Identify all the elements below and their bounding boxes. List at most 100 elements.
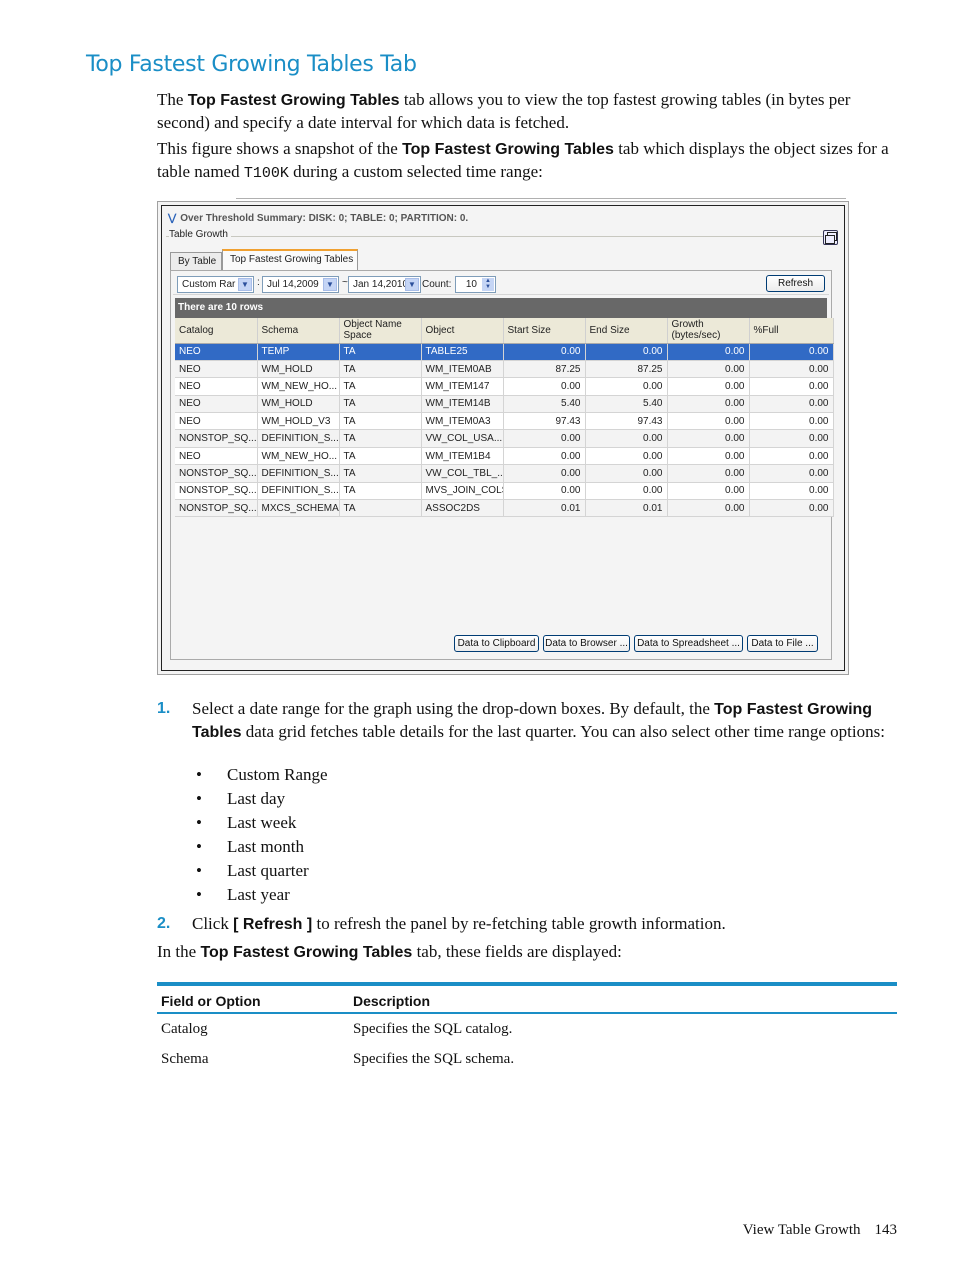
table-cell: 0.00: [667, 429, 750, 448]
bullet-icon: •: [196, 765, 202, 784]
table-cell: WM_HOLD: [257, 360, 340, 379]
growth-data-grid: Catalog Schema Object Name Space Object Star…: [175, 318, 834, 518]
table-row[interactable]: NEO WM_HOLD TA WM_ITEM0AB 87.25 87.25 0.00 0.00: [175, 360, 834, 379]
table-cell: 0.00: [585, 377, 668, 396]
double-chevron-down-icon[interactable]: ⋁: [168, 213, 176, 224]
table-cell: 0.00: [749, 464, 834, 483]
over-threshold-summary[interactable]: ⋁ Over Threshold Summary: DISK: 0; TABLE:…: [168, 213, 468, 224]
table-cell: 0.00: [503, 377, 586, 396]
row-count-status: There are 10 rows: [175, 298, 827, 318]
tab-top-fastest-growing-tables[interactable]: Top Fastest Growing Tables: [222, 249, 358, 271]
list-item: Last quarter: [227, 861, 309, 880]
table-cell: WM_ITEM0A3: [421, 412, 504, 431]
column-header[interactable]: Object Name Space: [339, 318, 422, 344]
field-name: Catalog: [161, 1021, 208, 1037]
table-row[interactable]: NEO WM_NEW_HO... TA WM_ITEM1B4 0.00 0.00 0.00 0…: [175, 447, 834, 466]
fields-table-header: Field or Option Description: [157, 986, 897, 1014]
table-cell: TA: [339, 377, 422, 396]
table-cell: 0.00: [667, 482, 750, 501]
list-item: Last month: [227, 837, 304, 856]
end-date-picker[interactable]: Jan 14,2010 ▼: [348, 276, 421, 293]
table-cell: ASSOC2DS: [421, 499, 504, 518]
table-cell: 0.00: [667, 343, 750, 361]
table-cell: VW_COL_USA...: [421, 429, 504, 448]
table-cell: WM_ITEM147: [421, 377, 504, 396]
date-value: Jul 14,2009: [267, 279, 319, 290]
column-header[interactable]: Schema: [257, 318, 340, 344]
step-2-text: Click [ Refresh ] to refresh the panel b…: [192, 913, 900, 936]
table-cell: 0.00: [749, 343, 834, 361]
table-cell: NONSTOP_SQ...: [175, 464, 258, 483]
bullet-icon: •: [196, 861, 202, 880]
count-stepper[interactable]: 10 ▲ ▼: [455, 276, 496, 293]
group-label: Table Growth: [169, 229, 231, 240]
restore-window-icon[interactable]: [823, 230, 838, 245]
table-cell: 0.00: [503, 447, 586, 466]
column-header[interactable]: %Full: [749, 318, 834, 344]
table-row[interactable]: NEO WM_HOLD_V3 TA WM_ITEM0A3 97.43 97.43 0.00 0…: [175, 412, 834, 431]
table-cell: MVS_JOIN_COLS: [421, 482, 504, 501]
column-header[interactable]: Object: [421, 318, 504, 344]
chevron-down-icon[interactable]: ▼: [238, 278, 252, 291]
table-cell: WM_HOLD: [257, 395, 340, 414]
bold-term: Top Fastest Growing Tables: [200, 944, 413, 961]
data-to-file-button[interactable]: Data to File ...: [747, 635, 818, 652]
field-description: Specifies the SQL catalog.: [353, 1021, 513, 1037]
step-number: 2.: [157, 915, 171, 932]
refresh-button[interactable]: Refresh: [766, 275, 825, 292]
list-item: Custom Range: [227, 765, 328, 784]
grid-header-row: Catalog Schema Object Name Space Object Star…: [175, 318, 834, 344]
table-cell: 0.00: [667, 447, 750, 466]
table-cell: 0.00: [503, 464, 586, 483]
column-header[interactable]: Growth (bytes/sec): [667, 318, 750, 344]
data-to-browser-button[interactable]: Data to Browser ...: [543, 635, 630, 652]
table-row[interactable]: NEO TEMP TA TABLE25 0.00 0.00 0.00 0.00: [175, 343, 834, 361]
table-cell: 0.00: [667, 360, 750, 379]
data-to-clipboard-button[interactable]: Data to Clipboard: [454, 635, 539, 652]
select-value: Custom Rar: [182, 279, 236, 290]
tab-by-table[interactable]: By Table: [170, 252, 222, 271]
text: during a custom selected time range:: [288, 161, 543, 181]
table-row[interactable]: NONSTOP_SQ... DEFINITION_S... TA VW_COL_TBL…: [175, 464, 834, 483]
table-cell: NONSTOP_SQ...: [175, 429, 258, 448]
fields-table: Field or Option Description Catalog Spec…: [157, 982, 897, 1074]
column-header[interactable]: Start Size: [503, 318, 586, 344]
table-row[interactable]: NONSTOP_SQ... DEFINITION_S... TA MVS_JOIN_C…: [175, 482, 834, 501]
table-cell: TA: [339, 360, 422, 379]
table-cell: 0.00: [585, 464, 668, 483]
field-description: Specifies the SQL schema.: [353, 1051, 515, 1067]
start-date-picker[interactable]: Jul 14,2009 ▼: [262, 276, 339, 293]
chevron-down-icon[interactable]: ▼: [323, 278, 337, 291]
table-cell: TA: [339, 499, 422, 518]
count-value: 10: [465, 279, 477, 290]
text: to refresh the panel by re-fetching tabl…: [312, 914, 726, 933]
fields-table-row: Catalog Specifies the SQL catalog.: [157, 1014, 897, 1044]
table-row[interactable]: NONSTOP_SQ... MXCS_SCHEMA TA ASSOC2DS 0.01 0.…: [175, 499, 834, 518]
intro-paragraph-2: This figure shows a snapshot of the Top …: [157, 138, 899, 184]
table-cell: NEO: [175, 447, 258, 466]
table-cell: 0.00: [749, 395, 834, 414]
text: Select a date range for the graph using …: [192, 699, 715, 718]
table-cell: 0.00: [585, 447, 668, 466]
table-cell: NEO: [175, 343, 258, 361]
table-cell: DEFINITION_S...: [257, 482, 340, 501]
column-header: Description: [353, 993, 431, 1009]
table-cell: WM_HOLD_V3: [257, 412, 340, 431]
table-row[interactable]: NEO WM_HOLD TA WM_ITEM14B 5.40 5.40 0.00 0.00: [175, 395, 834, 414]
time-range-select[interactable]: Custom Rar ▼: [177, 276, 254, 293]
spin-arrows-icon[interactable]: ▲ ▼: [482, 278, 494, 291]
footer-section-title: View Table Growth: [742, 1222, 861, 1238]
table-row[interactable]: NEO WM_NEW_HO... TA WM_ITEM147 0.00 0.00 0.00 0…: [175, 377, 834, 396]
text: Click: [192, 914, 234, 933]
column-header[interactable]: Catalog: [175, 318, 258, 344]
step-number: 1.: [157, 700, 171, 717]
table-row[interactable]: NONSTOP_SQ... DEFINITION_S... TA VW_COL_USA…: [175, 429, 834, 448]
table-cell: NEO: [175, 360, 258, 379]
table-cell: VW_COL_TBL_...: [421, 464, 504, 483]
intro-paragraph-1: The Top Fastest Growing Tables tab allow…: [157, 89, 899, 133]
chevron-down-icon[interactable]: ▼: [405, 278, 419, 291]
data-to-spreadsheet-button[interactable]: Data to Spreadsheet ...: [634, 635, 743, 652]
grid-body: NEO TEMP TA TABLE25 0.00 0.00 0.00 0.00 NEO WM_HO…: [175, 343, 834, 518]
table-cell: 0.00: [749, 412, 834, 431]
column-header[interactable]: End Size: [585, 318, 668, 344]
